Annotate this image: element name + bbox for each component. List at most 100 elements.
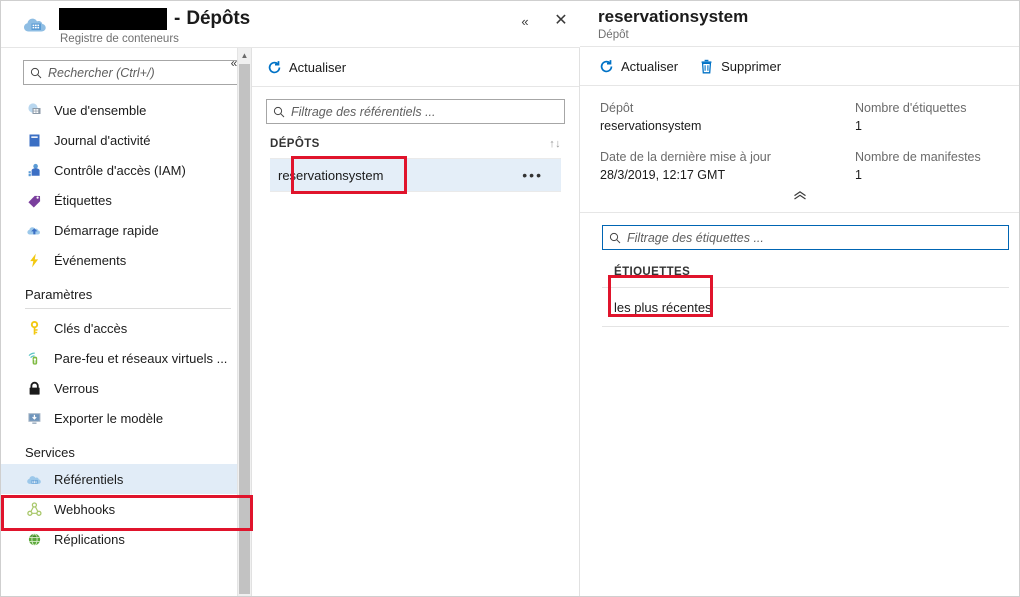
table-row[interactable]: reservationsystem •••: [270, 158, 561, 192]
sidebar-item-label: Événements: [54, 252, 127, 268]
sidebar-item-firewall[interactable]: Pare-feu et réseaux virtuels ...: [1, 343, 251, 373]
menu-search-box[interactable]: [23, 60, 239, 85]
replications-icon: [25, 530, 43, 548]
sidebar-item-access-keys[interactable]: Clés d'accès: [1, 313, 251, 343]
refresh-icon: [598, 58, 614, 74]
property-manifest-count: Nombre de manifestes 1: [855, 149, 1001, 184]
sidebar-item-label: Pare-feu et réseaux virtuels ...: [54, 350, 228, 366]
property-value: 28/3/2019, 12:17 GMT: [600, 168, 726, 182]
property-value: 1: [855, 168, 862, 182]
page-subtitle: Registre de conteneurs: [60, 33, 179, 45]
property-last-updated: Date de la dernière mise à jour 28/3/201…: [600, 149, 855, 184]
sidebar-item-export-template[interactable]: Exporter le modèle: [1, 403, 251, 433]
collapse-blade-button[interactable]: «: [514, 10, 536, 32]
azure-portal-window: - Dépôts Registre de conteneurs « ✕ Rech…: [0, 0, 1020, 597]
key-icon: [25, 319, 43, 337]
page-title: Dépôts: [186, 8, 251, 29]
property-repository: Dépôt reservationsystem: [600, 100, 855, 135]
sidebar-item-label: Réplications: [54, 531, 125, 547]
menu-search-input[interactable]: [48, 65, 238, 80]
tags-section: ÉTIQUETTES les plus récentes: [580, 213, 1019, 596]
events-icon: [25, 251, 43, 269]
menu-section-settings: Paramètres: [25, 287, 93, 302]
sidebar-item-repositories[interactable]: Référentiels: [1, 464, 251, 494]
container-registry-icon: [23, 13, 49, 35]
refresh-icon: [266, 59, 282, 75]
collapse-properties-button[interactable]: [580, 190, 1019, 204]
close-blade-button[interactable]: ✕: [550, 10, 572, 32]
repository-detail-header: reservationsystem Dépôt: [580, 1, 1019, 47]
property-label: Date de la dernière mise à jour: [600, 150, 771, 164]
search-icon: [24, 67, 48, 79]
blade-header-actions: « ✕: [514, 10, 572, 32]
repositories-pane: Actualiser DÉPÔTS ↑↓: [252, 48, 580, 596]
sidebar-item-label: Exporter le modèle: [54, 410, 164, 426]
activity-log-icon: [25, 131, 43, 149]
delete-icon: [698, 58, 714, 74]
firewall-icon: [25, 349, 43, 367]
property-label: Nombre de manifestes: [855, 150, 981, 164]
sidebar-item-label: Contrôle d'accès (IAM): [54, 162, 186, 178]
repository-command-bar: Actualiser Supprimer: [580, 47, 1019, 86]
sidebar-item-label: Démarrage rapide: [54, 222, 159, 238]
sidebar-item-replications[interactable]: Réplications: [1, 524, 251, 554]
tag-name: les plus récentes: [614, 299, 712, 315]
export-template-icon: [25, 409, 43, 427]
menu-section-services: Services: [25, 445, 75, 460]
registry-title-block: - Dépôts Registre de conteneurs: [59, 6, 250, 45]
repository-properties-grid: Dépôt reservationsystem Nombre d'étiquet…: [580, 100, 1019, 184]
sidebar-item-quickstart[interactable]: Démarrage rapide: [1, 215, 251, 245]
sort-arrows-icon[interactable]: ↑↓: [549, 138, 561, 150]
menu-scrollbar[interactable]: ▲: [237, 48, 251, 596]
sidebar-item-locks[interactable]: Verrous: [1, 373, 251, 403]
menu-divider: [25, 308, 231, 309]
sidebar-item-label: Clés d'accès: [54, 320, 128, 336]
refresh-button[interactable]: Actualiser: [266, 59, 346, 75]
tags-column-header: ÉTIQUETTES: [614, 266, 691, 278]
repository-filter-box[interactable]: [266, 99, 565, 124]
repository-subtitle: Dépôt: [598, 29, 629, 41]
sidebar-item-webhooks[interactable]: Webhooks: [1, 494, 251, 524]
access-control-icon: [25, 161, 43, 179]
delete-button-label: Supprimer: [721, 58, 782, 74]
sidebar-item-label: Vue d'ensemble: [54, 102, 147, 118]
sidebar-item-overview[interactable]: Vue d'ensemble: [1, 95, 251, 125]
refresh-button-label: Actualiser: [621, 58, 679, 74]
sidebar-item-tags[interactable]: Étiquettes: [1, 185, 251, 215]
repository-filter-input[interactable]: [291, 104, 564, 119]
registry-menu: « Vue d: [1, 48, 252, 596]
sidebar-item-activity-log[interactable]: Journal d'activité: [1, 125, 251, 155]
webhooks-icon: [25, 500, 43, 518]
overview-icon: [25, 101, 43, 119]
repositories-column-header: DÉPÔTS ↑↓: [252, 124, 579, 158]
sidebar-item-label: Journal d'activité: [54, 132, 151, 148]
redacted-registry-name: [59, 7, 167, 30]
repositories-icon: [25, 470, 43, 488]
repository-properties: Dépôt reservationsystem Nombre d'étiquet…: [580, 86, 1019, 213]
registry-blade-body: « Vue d: [1, 48, 580, 596]
registry-blade-header: - Dépôts Registre de conteneurs « ✕: [1, 1, 580, 48]
sidebar-item-access-control[interactable]: Contrôle d'accès (IAM): [1, 155, 251, 185]
repository-title: reservationsystem: [598, 7, 749, 26]
repository-detail-blade: reservationsystem Dépôt Actualiser Suppr…: [580, 1, 1019, 596]
search-icon: [267, 106, 291, 118]
sidebar-item-label: Verrous: [54, 380, 99, 396]
refresh-button-label: Actualiser: [289, 59, 347, 75]
scrollbar-thumb[interactable]: [239, 64, 250, 594]
tag-filter-box[interactable]: [602, 225, 1009, 250]
tag-icon: [25, 191, 43, 209]
row-context-menu-button[interactable]: •••: [522, 167, 543, 182]
table-row[interactable]: les plus récentes: [602, 287, 1009, 327]
refresh-button[interactable]: Actualiser: [598, 58, 678, 74]
sidebar-item-label: Étiquettes: [54, 192, 112, 208]
repositories-command-bar: Actualiser: [252, 48, 579, 87]
registry-blade: - Dépôts Registre de conteneurs « ✕ Rech…: [1, 1, 580, 596]
tag-filter-input[interactable]: [627, 230, 1008, 245]
property-tag-count: Nombre d'étiquettes 1: [855, 100, 1001, 135]
scroll-up-arrow-icon[interactable]: ▲: [238, 48, 251, 62]
sidebar-item-events[interactable]: Événements: [1, 245, 251, 275]
delete-button[interactable]: Supprimer: [698, 58, 781, 74]
property-value: 1: [855, 119, 862, 133]
repositories-column-label: DÉPÔTS: [270, 138, 320, 150]
title-separator: -: [174, 8, 181, 29]
